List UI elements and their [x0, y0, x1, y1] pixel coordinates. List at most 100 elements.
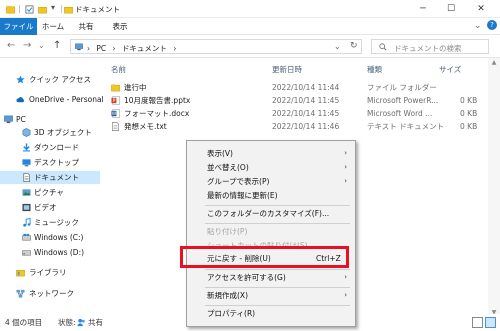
sidebar-item-label: ダウンロード: [34, 143, 79, 152]
file-size: 0 KB: [460, 122, 478, 131]
share-label: 共有: [88, 318, 103, 327]
sidebar-item-pc[interactable]: PC: [0, 113, 100, 126]
close-button[interactable]: ✕: [470, 0, 492, 18]
file-row-txt[interactable]: 発想メモ.txt 2022/10/14 11:46 テキスト ドキュメント 0 …: [100, 120, 488, 133]
sidebar-item-label: ミュージック: [34, 218, 79, 227]
file-explorer-icon[interactable]: [6, 5, 15, 14]
new-folder-icon[interactable]: [38, 5, 47, 14]
sidebar-item-quick-access[interactable]: クイック アクセス: [0, 73, 100, 86]
refresh-button[interactable]: ↻: [350, 41, 358, 51]
sidebar-item-videos[interactable]: ビデオ: [0, 201, 100, 214]
tab-home[interactable]: ホーム: [38, 18, 68, 35]
column-header-name[interactable]: 名前: [111, 64, 126, 75]
customize-quick-access-dropdown[interactable]: ▾: [51, 3, 55, 12]
large-icons-view-button[interactable]: [485, 317, 496, 328]
menu-item-new[interactable]: 新規作成(X) ›: [188, 289, 354, 302]
sidebar-item-label: ピクチャ: [34, 188, 64, 197]
file-row-folder[interactable]: 進行中 2022/10/14 11:44 ファイル フォルダー: [100, 81, 488, 94]
menu-item-label: 貼り付け(P): [207, 227, 248, 236]
menu-item-label: プロパティ(R): [207, 309, 256, 318]
menu-item-sort-by[interactable]: 並べ替え(O) ›: [188, 161, 354, 174]
video-icon: [22, 203, 31, 212]
star-icon: [16, 75, 25, 84]
menu-separator: [205, 223, 350, 224]
file-name: 10月度報告書.pptx: [124, 96, 191, 105]
sidebar-item-network[interactable]: ネットワーク: [0, 287, 100, 300]
menu-item-give-access[interactable]: アクセスを許可する(G) ›: [188, 271, 354, 284]
drive-icon: [22, 250, 31, 256]
submenu-arrow-icon: ›: [344, 163, 347, 171]
share-users-icon: [77, 318, 85, 327]
menu-separator: [205, 287, 350, 288]
title-separator: |: [60, 4, 63, 13]
maximize-button[interactable]: ☐: [440, 0, 462, 18]
back-button[interactable]: ←: [7, 40, 15, 52]
file-row-pptx[interactable]: P 10月度報告書.pptx 2022/10/14 11:45 Microsof…: [100, 94, 488, 107]
submenu-arrow-icon: ›: [344, 149, 347, 157]
download-icon: [22, 143, 31, 152]
sidebar-item-pictures[interactable]: ピクチャ: [0, 186, 100, 199]
forward-button[interactable]: →: [23, 40, 31, 52]
address-dropdown-button[interactable]: ⌄: [334, 42, 341, 51]
scroll-up-arrow[interactable]: ▲: [488, 58, 500, 68]
menu-item-properties[interactable]: プロパティ(R): [188, 307, 354, 320]
cube-icon: [22, 128, 31, 137]
file-modified: 2022/10/14 11:45: [272, 96, 340, 105]
file-name: 発想メモ.txt: [124, 122, 167, 131]
word-icon: W: [111, 109, 120, 118]
sidebar-item-label: 3D オブジェクト: [34, 128, 92, 137]
breadcrumb-item-documents[interactable]: ドキュメント: [122, 44, 167, 53]
help-icon[interactable]: ?: [487, 20, 497, 30]
properties-icon[interactable]: [25, 5, 34, 14]
menu-item-group-by[interactable]: グループで表示(P) ›: [188, 175, 354, 188]
up-button[interactable]: ↑: [53, 40, 61, 52]
sidebar-item-libraries[interactable]: ライブラリ: [0, 266, 100, 279]
menu-item-customize-folder[interactable]: このフォルダーのカスタマイズ(F)...: [188, 207, 354, 220]
window-title: ドキュメント: [75, 5, 120, 14]
address-bar[interactable]: › PC › ドキュメント › ⌄ ↻: [70, 39, 362, 54]
menu-separator: [205, 305, 350, 306]
file-name: フォーマット.docx: [124, 109, 190, 118]
submenu-arrow-icon: ›: [344, 291, 347, 299]
column-header-type[interactable]: 種類: [367, 64, 382, 75]
recent-locations-button[interactable]: ⌄: [38, 40, 45, 52]
sidebar-item-drive-c[interactable]: Windows (C:): [0, 231, 100, 244]
tab-file[interactable]: ファイル: [0, 18, 37, 35]
navigation-bar: ← → ⌄ ↑ › PC › ドキュメント › ⌄ ↻ ドキュメントの検索: [0, 35, 500, 58]
ribbon-collapse-icon[interactable]: ⌄: [474, 21, 482, 31]
sidebar-item-drive-d[interactable]: Windows (D:): [0, 246, 100, 259]
menu-item-label: 並べ替え(O): [207, 163, 249, 172]
document-icon: [23, 173, 30, 182]
breadcrumb-separator[interactable]: ›: [173, 44, 176, 53]
sidebar-item-downloads[interactable]: ダウンロード: [0, 141, 100, 154]
file-type: Microsoft PowerR...: [367, 96, 439, 105]
column-header-modified[interactable]: 更新日時: [272, 64, 302, 75]
navigation-pane: クイック アクセス OneDrive - Personal PC 3D オブジェ…: [0, 58, 104, 318]
sidebar-item-label: ライブラリ: [29, 268, 67, 277]
breadcrumb-item-pc[interactable]: PC: [96, 44, 106, 53]
search-placeholder: ドキュメントの検索: [394, 44, 462, 53]
submenu-arrow-icon: ›: [344, 177, 347, 185]
sidebar-item-music[interactable]: ミュージック: [0, 216, 100, 229]
vertical-scrollbar[interactable]: ▲ ▼: [488, 58, 500, 318]
details-view-button[interactable]: [472, 317, 483, 328]
file-row-docx[interactable]: W フォーマット.docx 2022/10/14 11:45 Microsoft…: [100, 107, 488, 120]
tab-share[interactable]: 共有: [74, 18, 98, 35]
file-type: Microsoft Word ...: [367, 109, 433, 118]
menu-item-refresh[interactable]: 最新の情報に更新(E): [188, 189, 354, 202]
menu-item-view[interactable]: 表示(V) ›: [188, 147, 354, 160]
menu-separator: [205, 269, 350, 270]
breadcrumb-separator[interactable]: ›: [113, 44, 116, 53]
sidebar-item-label: Windows (C:): [34, 233, 84, 242]
search-box[interactable]: ドキュメントの検索: [371, 39, 489, 54]
sidebar-item-onedrive[interactable]: OneDrive - Personal: [0, 93, 104, 106]
cloud-icon: [16, 97, 25, 103]
column-header-size[interactable]: サイズ: [439, 64, 461, 75]
menu-item-paste[interactable]: 貼り付け(P): [188, 225, 354, 238]
sidebar-item-3d-objects[interactable]: 3D オブジェクト: [0, 126, 100, 139]
sidebar-item-desktop[interactable]: デスクトップ: [0, 156, 100, 169]
sidebar-item-documents[interactable]: ドキュメント: [0, 171, 100, 184]
minimize-button[interactable]: ─: [412, 0, 434, 18]
sidebar-item-label: ドキュメント: [34, 173, 79, 182]
tab-view[interactable]: 表示: [108, 18, 132, 35]
